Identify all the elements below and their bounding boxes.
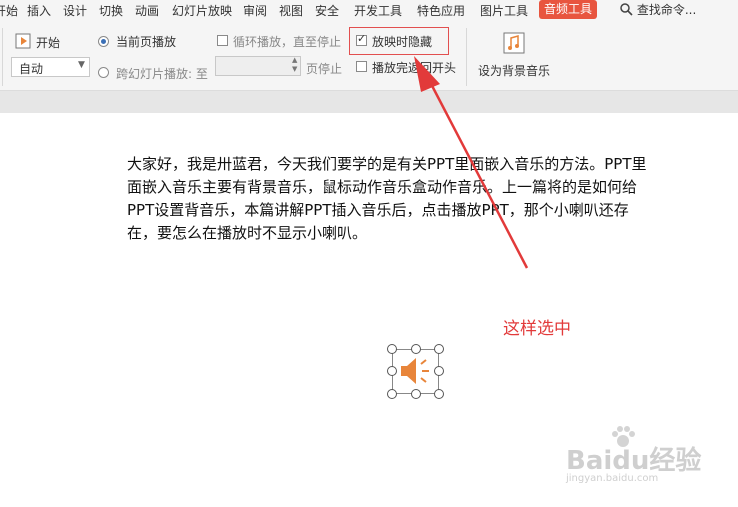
watermark-brand: Baidu经验 [566, 446, 702, 476]
watermark-url: jingyan.baidu.com [566, 473, 659, 484]
annotation-text: 这样选中 [503, 319, 571, 339]
